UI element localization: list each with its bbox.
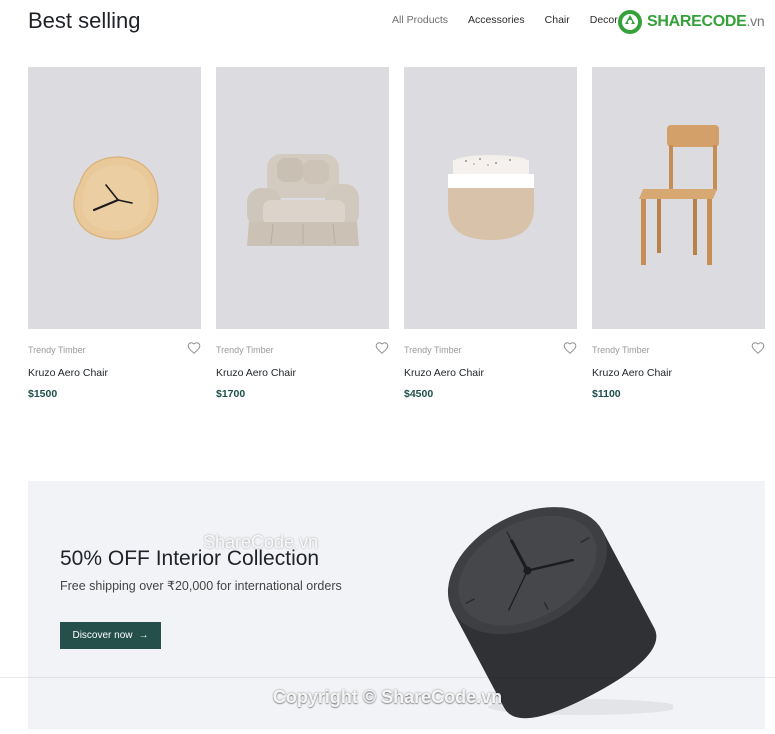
- sharecode-logo: SHARECODE.vn: [617, 9, 765, 35]
- product-image[interactable]: [216, 67, 389, 329]
- header: Best selling All Products Accessories Ch…: [0, 0, 775, 48]
- armchair-icon: [246, 154, 359, 246]
- tab-accessories[interactable]: Accessories: [468, 14, 525, 26]
- wall-clock-icon: [72, 156, 159, 240]
- discover-now-button[interactable]: Discover now →: [60, 622, 161, 649]
- product-price: $4500: [404, 388, 434, 400]
- product-card[interactable]: Trendy Timber Kruzo Aero Chair $1100: [592, 67, 765, 400]
- tab-decor[interactable]: Decor: [590, 14, 618, 26]
- wooden-chair-icon: [638, 125, 719, 265]
- page-title: Best selling: [28, 8, 141, 33]
- product-grid: Trendy Timber Kruzo Aero Chair $1500 Tre…: [28, 67, 765, 407]
- watermark-text: ShareCode.vn: [203, 532, 319, 552]
- discover-now-label: Discover now: [72, 630, 133, 641]
- product-price: $1100: [592, 388, 621, 400]
- sharecode-logo-text: SHARECODE.vn: [647, 13, 765, 30]
- product-name[interactable]: Kruzo Aero Chair: [592, 367, 672, 379]
- product-name[interactable]: Kruzo Aero Chair: [404, 367, 484, 379]
- product-brand: Trendy Timber: [216, 345, 274, 355]
- promo-subtitle: Free shipping over ₹20,000 for internati…: [60, 579, 342, 593]
- product-brand: Trendy Timber: [592, 345, 650, 355]
- product-card[interactable]: Trendy Timber Kruzo Aero Chair $1500: [28, 67, 201, 400]
- product-price: $1700: [216, 388, 246, 400]
- product-image[interactable]: [28, 67, 201, 329]
- heart-icon[interactable]: [375, 341, 389, 355]
- category-filter-nav: All Products Accessories Chair Decor: [392, 14, 618, 26]
- heart-icon[interactable]: [187, 341, 201, 355]
- sharecode-logo-icon: [618, 10, 642, 34]
- heart-icon[interactable]: [751, 341, 765, 355]
- copyright-watermark: Copyright © ShareCode.vn: [0, 677, 775, 717]
- product-card[interactable]: Trendy Timber Kruzo Aero Chair $1700: [216, 67, 389, 400]
- product-card[interactable]: Trendy Timber Kruzo Aero Chair $4500: [404, 67, 577, 400]
- product-image[interactable]: [404, 67, 577, 329]
- planter-bowl-icon: [447, 155, 534, 240]
- arrow-right-icon: →: [138, 630, 149, 641]
- product-image[interactable]: [592, 67, 765, 329]
- tab-chair[interactable]: Chair: [545, 14, 570, 26]
- product-name[interactable]: Kruzo Aero Chair: [28, 367, 108, 379]
- product-price: $1500: [28, 388, 58, 400]
- heart-icon[interactable]: [563, 341, 577, 355]
- tab-all-products[interactable]: All Products: [392, 14, 448, 26]
- product-brand: Trendy Timber: [404, 345, 462, 355]
- product-name[interactable]: Kruzo Aero Chair: [216, 367, 296, 379]
- product-brand: Trendy Timber: [28, 345, 86, 355]
